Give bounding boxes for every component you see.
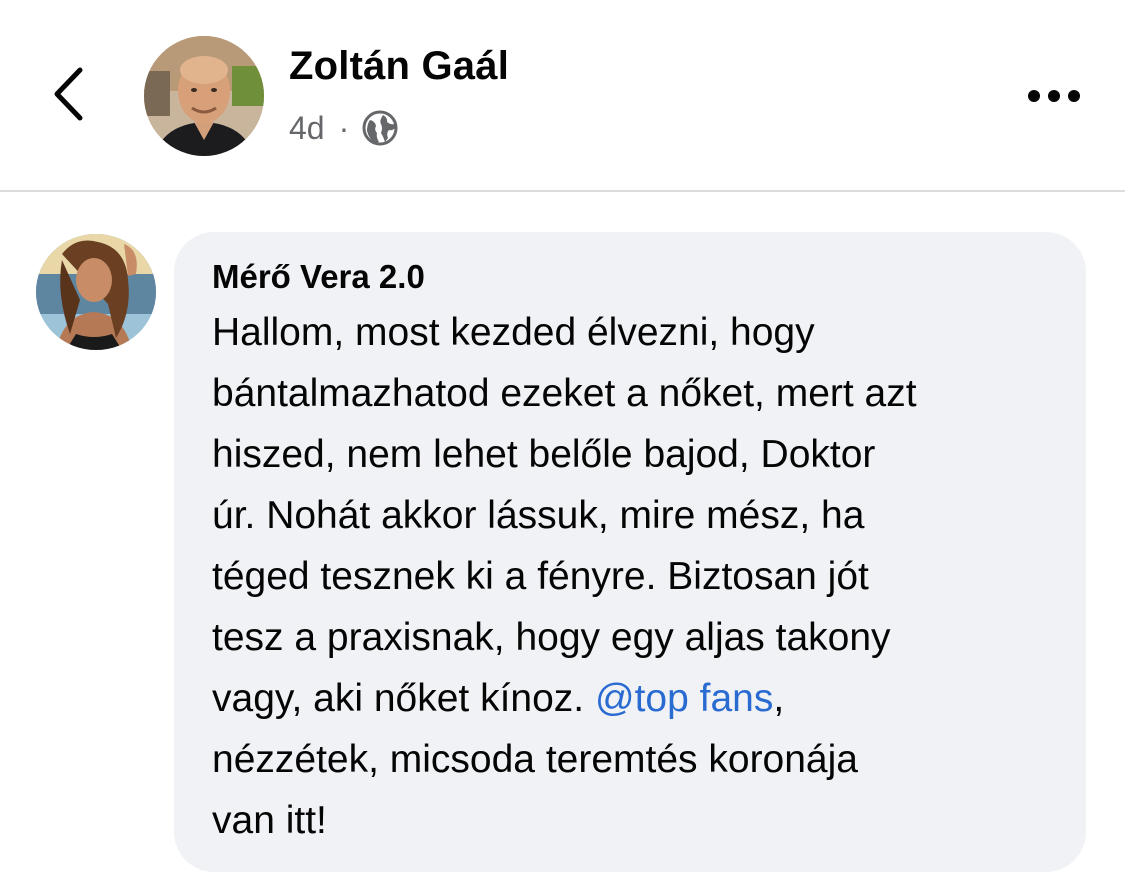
more-horizontal-icon (1020, 76, 1088, 116)
post-header: Zoltán Gaál 4d · (0, 0, 1125, 191)
comment-line: tesz a praxisnak, hogy egy aljas takony (212, 616, 891, 659)
comment-line: téged tesznek ki a fényre. Biztosan jót (212, 555, 869, 598)
author-avatar[interactable] (144, 36, 264, 156)
commenter-name[interactable]: Mérő Vera 2.0 (212, 258, 425, 296)
comment-line: vagy, aki nőket kínoz. @top fans, (212, 668, 1072, 729)
mention-link[interactable]: @top fans (595, 677, 773, 720)
more-options-button[interactable] (1020, 76, 1088, 116)
comment-line-segment: , (773, 677, 785, 720)
comment-line-segment: vagy, aki nőket kínoz. (212, 677, 595, 720)
meta-separator: · (338, 109, 350, 146)
author-name[interactable]: Zoltán Gaál (289, 44, 509, 89)
comment-line: Hallom, most kezded élvezni, hogy (212, 311, 815, 354)
comment-line: hiszed, nem lehet belőle bajod, Doktor (212, 433, 876, 476)
comment-line: van itt! (212, 799, 327, 842)
post-meta: 4d · (289, 106, 399, 150)
chevron-left-icon (40, 62, 104, 126)
globe-icon[interactable] (361, 109, 399, 147)
comment-text: Hallom, most kezded élvezni, hogy bántal… (212, 302, 1072, 851)
comment-line: bántalmazhatod ezeket a nőket, mert azt (212, 372, 917, 415)
comment-line: nézzétek, micsoda teremtés koronája (212, 738, 858, 781)
comment-bubble: Mérő Vera 2.0 Hallom, most kezded élvezn… (174, 232, 1086, 872)
post-time[interactable]: 4d (289, 110, 325, 147)
back-button[interactable] (40, 62, 104, 126)
comment-line: úr. Nohát akkor lássuk, mire mész, ha (212, 494, 865, 537)
commenter-avatar[interactable] (36, 234, 156, 350)
header-divider (0, 190, 1125, 192)
